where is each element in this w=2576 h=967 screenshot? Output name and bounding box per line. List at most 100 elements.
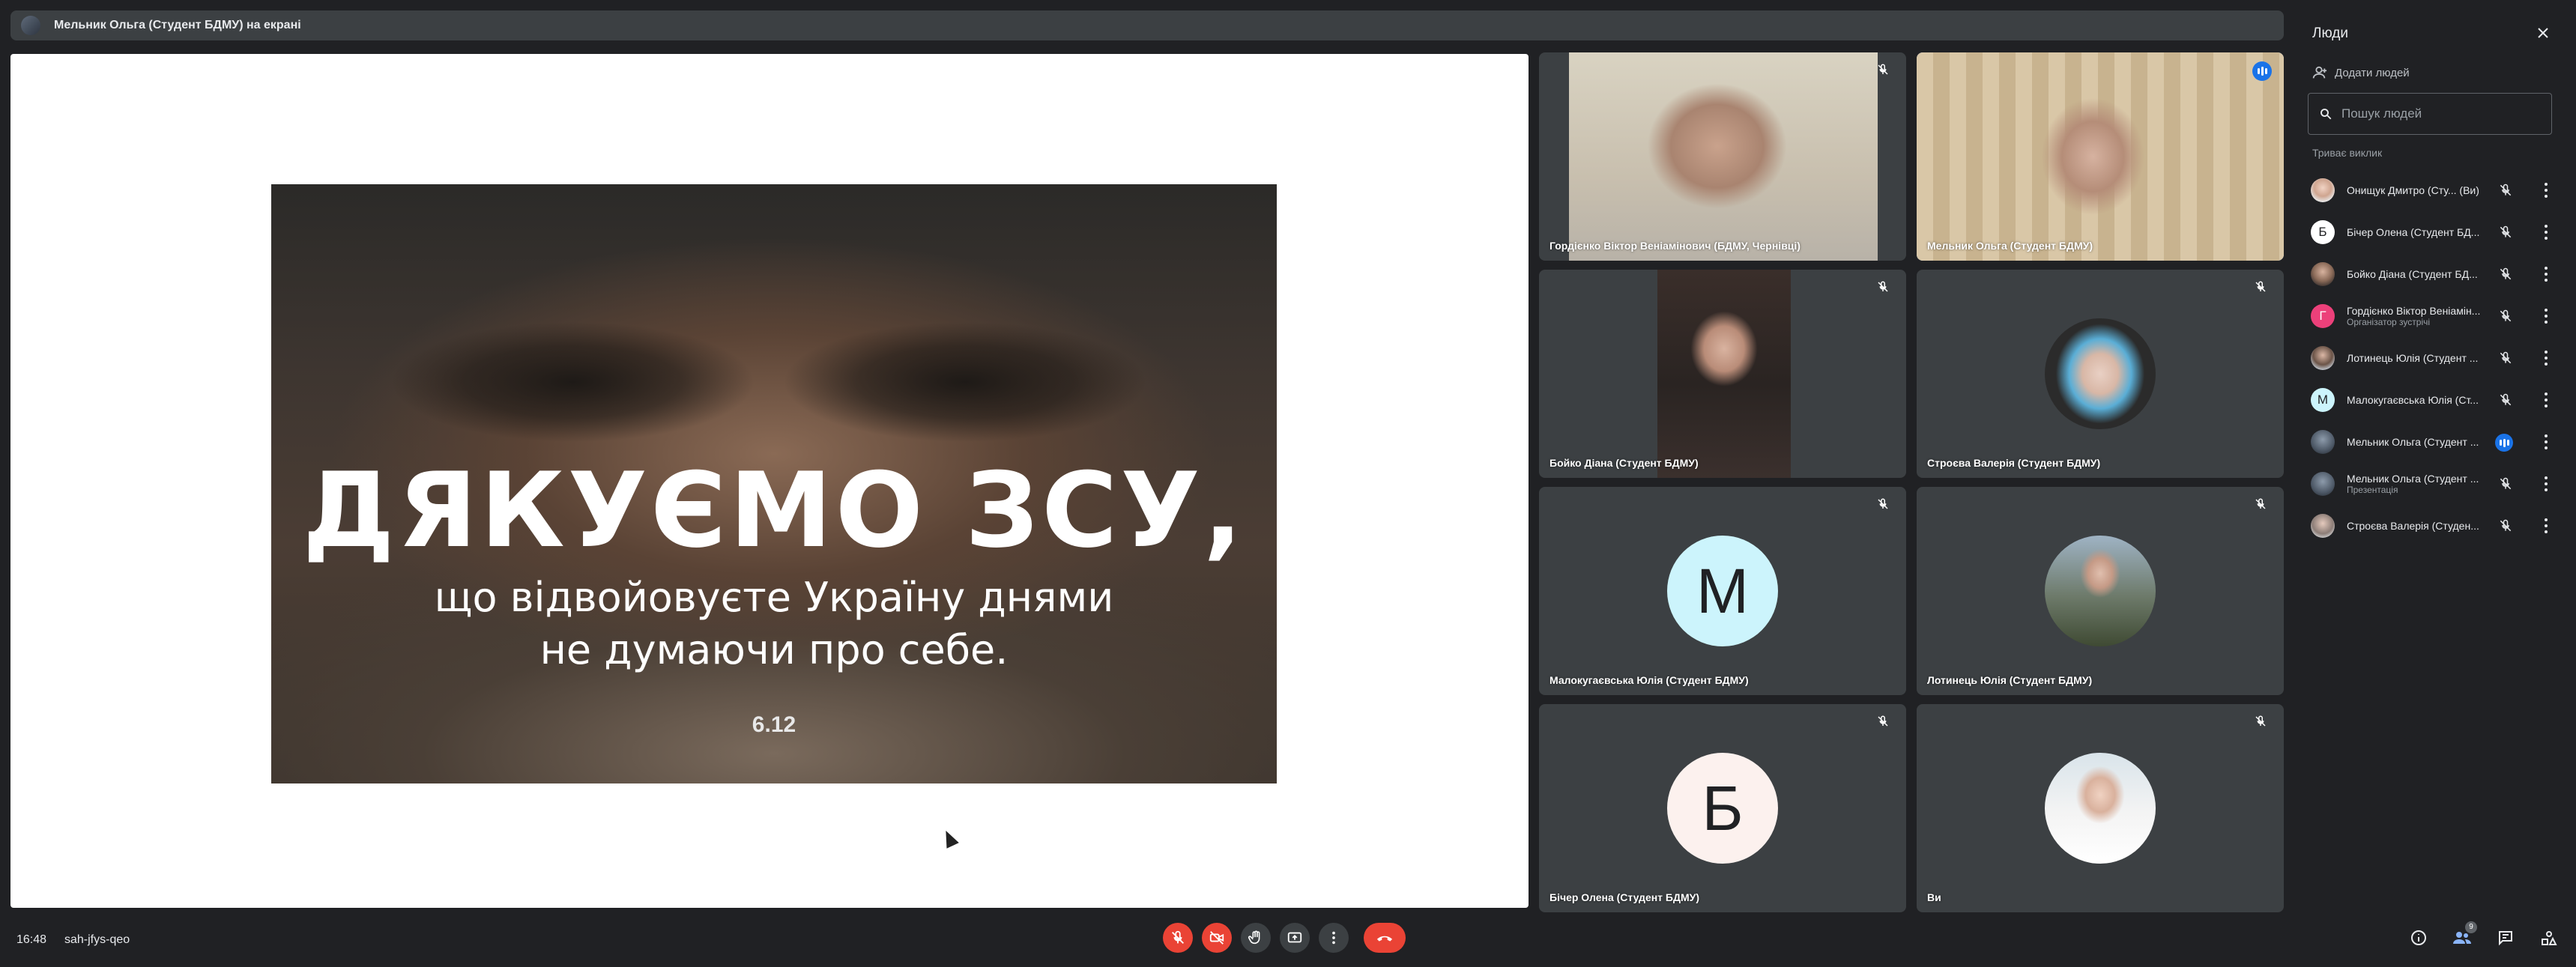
chat-button[interactable] bbox=[2495, 927, 2516, 948]
participant-avatar: М bbox=[1667, 536, 1778, 646]
slide-image: ДЯКУЄМО ЗСУ, що відвойовуєте Україну дня… bbox=[271, 184, 1277, 783]
mic-off-icon bbox=[2255, 498, 2266, 509]
list-item[interactable]: Мельник Ольга (Студент ... Презентація bbox=[2296, 463, 2566, 505]
list-item[interactable]: Онищук Дмитро (Сту... (Ви) bbox=[2296, 169, 2566, 211]
more-options-icon[interactable] bbox=[2543, 475, 2549, 493]
mic-off-icon bbox=[2500, 519, 2512, 532]
people-button[interactable]: 9 bbox=[2452, 921, 2477, 948]
avatar bbox=[2311, 472, 2335, 496]
participant-name: Онищук Дмитро (Сту... (Ви) bbox=[2347, 184, 2479, 196]
list-item[interactable]: М Малокугаєвська Юлія (Ст... bbox=[2296, 379, 2566, 421]
avatar bbox=[2311, 262, 2335, 286]
mic-off-icon bbox=[2500, 267, 2512, 280]
participant-name: Малокугаєвська Юлія (Ст... bbox=[2347, 394, 2479, 406]
mic-off-icon bbox=[2500, 393, 2512, 406]
tile-name: Бойко Діана (Студент БДМУ) bbox=[1549, 457, 1699, 469]
video-feed bbox=[1917, 52, 2284, 261]
participant-name: Мельник Ольга (Студент ... bbox=[2347, 473, 2479, 485]
chat-icon bbox=[2499, 931, 2512, 946]
avatar: Б bbox=[2311, 220, 2335, 244]
search-icon bbox=[2320, 109, 2332, 120]
meeting-info-button[interactable] bbox=[2408, 927, 2429, 948]
list-item[interactable]: Мельник Ольга (Студент ... bbox=[2296, 421, 2566, 463]
hand-icon bbox=[1248, 930, 1260, 945]
add-people-button[interactable]: Додати людей bbox=[2311, 64, 2410, 81]
participant-tile[interactable]: Строєва Валерія (Студент БДМУ) bbox=[1917, 270, 2284, 478]
mic-off-icon bbox=[2500, 184, 2512, 196]
list-item[interactable]: Бойко Діана (Студент БД... bbox=[2296, 253, 2566, 295]
mic-off-icon bbox=[1878, 281, 1888, 292]
leave-call-button[interactable] bbox=[1364, 923, 1406, 953]
list-item[interactable]: Б Бічер Олена (Студент БД... bbox=[2296, 211, 2566, 253]
video-feed bbox=[1569, 52, 1878, 261]
list-item[interactable]: Г Гордієнко Віктор Веніамін... Організат… bbox=[2296, 295, 2566, 337]
avatar bbox=[2311, 430, 2335, 454]
avatar: М bbox=[2311, 388, 2335, 412]
avatar: Г bbox=[2311, 304, 2335, 328]
more-options-icon[interactable] bbox=[2543, 349, 2549, 367]
participant-tile[interactable]: М Малокугаєвська Юлія (Студент БДМУ) bbox=[1539, 487, 1906, 695]
list-item[interactable]: Лотинець Юлія (Студент ... bbox=[2296, 337, 2566, 379]
participant-name: Лотинець Юлія (Студент ... bbox=[2347, 352, 2479, 364]
participant-tile[interactable]: Лотинець Юлія (Студент БДМУ) bbox=[1917, 487, 2284, 695]
camera-off-icon bbox=[1209, 931, 1224, 945]
mic-toggle-button[interactable] bbox=[1163, 923, 1193, 953]
speaking-indicator-icon bbox=[2495, 434, 2513, 452]
participant-tile[interactable]: Гордієнко Віктор Веніамінович (БДМУ, Чер… bbox=[1539, 52, 1906, 261]
participant-avatar bbox=[2045, 318, 2156, 429]
mouse-cursor-icon bbox=[940, 828, 959, 849]
avatar bbox=[2311, 514, 2335, 538]
add-person-icon bbox=[2312, 66, 2327, 79]
close-icon[interactable] bbox=[2534, 24, 2552, 42]
mic-off-icon bbox=[2255, 281, 2266, 292]
activities-button[interactable] bbox=[2539, 927, 2560, 948]
panel-title: Люди bbox=[2312, 25, 2349, 41]
participant-tile[interactable]: Мельник Ольга (Студент БДМУ) bbox=[1917, 52, 2284, 261]
mic-off-icon bbox=[2500, 225, 2512, 238]
mic-off-icon bbox=[1878, 715, 1888, 727]
slide-date: 6.12 bbox=[752, 712, 796, 737]
more-options-icon[interactable] bbox=[2543, 223, 2549, 241]
bottom-control-bar: 16:48 sah-jfys-qeo 9 bbox=[0, 918, 2576, 963]
slide-headline: ДЯКУЄМО ЗСУ, bbox=[302, 450, 1246, 571]
more-vert-icon bbox=[1332, 931, 1335, 945]
more-options-icon[interactable] bbox=[2543, 391, 2549, 409]
tile-name: Строєва Валерія (Студент БДМУ) bbox=[1927, 457, 2101, 469]
more-options-icon[interactable] bbox=[2543, 433, 2549, 451]
more-options-icon[interactable] bbox=[2543, 517, 2549, 535]
participant-name: Бойко Діана (Студент БД... bbox=[2347, 268, 2478, 280]
tile-name: Ви bbox=[1927, 891, 1941, 903]
video-feed bbox=[1657, 270, 1791, 478]
participant-name: Бічер Олена (Студент БД... bbox=[2347, 226, 2480, 238]
camera-toggle-button[interactable] bbox=[1202, 923, 1232, 953]
presenting-banner: Мельник Ольга (Студент БДМУ) на екрані bbox=[10, 10, 2284, 40]
present-screen-button[interactable] bbox=[1280, 923, 1310, 953]
mic-off-icon bbox=[2500, 477, 2512, 490]
participant-tile[interactable]: Бойко Діана (Студент БДМУ) bbox=[1539, 270, 1906, 478]
slide-line-1: що відвойовуєте Україну днями bbox=[434, 574, 1114, 621]
search-input[interactable] bbox=[2341, 106, 2536, 121]
presenting-text: Мельник Ольга (Студент БДМУ) на екрані bbox=[54, 19, 301, 31]
raise-hand-button[interactable] bbox=[1241, 923, 1271, 953]
presentation-stage: ДЯКУЄМО ЗСУ, що відвойовуєте Україну дня… bbox=[10, 54, 1529, 908]
avatar bbox=[2311, 178, 2335, 202]
search-box[interactable] bbox=[2308, 93, 2552, 135]
participant-tile[interactable]: Б Бічер Олена (Студент БДМУ) bbox=[1539, 704, 1906, 912]
list-item[interactable]: Строєва Валерія (Студен... bbox=[2296, 505, 2566, 547]
presenter-avatar bbox=[21, 16, 40, 35]
more-options-icon[interactable] bbox=[2543, 307, 2549, 325]
participant-role: Організатор зустрічі bbox=[2347, 317, 2431, 327]
people-panel: Люди Додати людей Триває виклик Онищук Д… bbox=[2296, 10, 2566, 906]
section-label: Триває виклик bbox=[2312, 147, 2383, 159]
more-options-icon[interactable] bbox=[2543, 265, 2549, 283]
mic-off-icon bbox=[1878, 64, 1888, 75]
mic-off-icon bbox=[1172, 930, 1184, 944]
mic-off-icon bbox=[2255, 715, 2266, 727]
tile-name: Лотинець Юлія (Студент БДМУ) bbox=[1927, 674, 2093, 686]
participant-tile-self[interactable]: Ви bbox=[1917, 704, 2284, 912]
clock: 16:48 bbox=[16, 933, 47, 946]
more-options-button[interactable] bbox=[1319, 923, 1349, 953]
more-options-icon[interactable] bbox=[2543, 181, 2549, 199]
mic-off-icon bbox=[2500, 351, 2512, 364]
speaking-indicator-icon bbox=[2252, 61, 2272, 81]
